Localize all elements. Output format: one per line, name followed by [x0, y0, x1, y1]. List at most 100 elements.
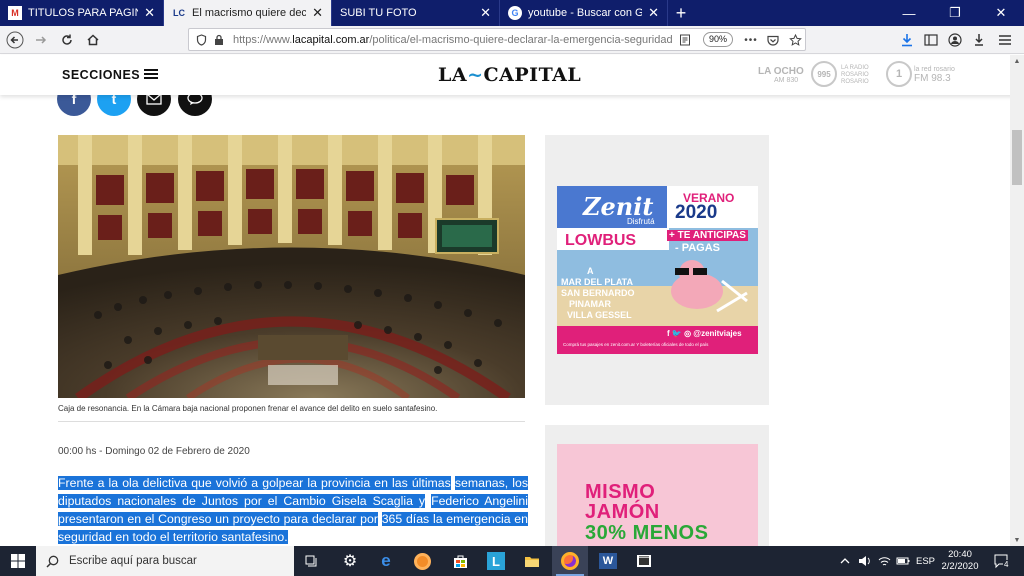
- radio-995-text[interactable]: LA RADIO ROSARIO ROSARIO: [841, 65, 869, 86]
- folder-icon: [525, 556, 539, 567]
- zenit-lowbus: LOWBUS: [565, 232, 637, 249]
- reload-button[interactable]: [54, 27, 80, 53]
- tab-lacapital[interactable]: LC El macrismo quiere declarar la em ✕: [164, 0, 332, 26]
- clock-date: 2/2/2020: [941, 561, 979, 572]
- tab-subi-tu-foto[interactable]: SUBI TU FOTO ✕: [332, 0, 500, 26]
- ad-line: JAMÓN: [585, 501, 660, 523]
- hamburger-icon[interactable]: [144, 69, 158, 79]
- media-app-button[interactable]: [626, 546, 662, 576]
- page-scrollbar[interactable]: [1010, 55, 1024, 546]
- new-tab-button[interactable]: +: [668, 0, 694, 26]
- battery-icon[interactable]: [896, 546, 910, 576]
- language-indicator[interactable]: ESP: [916, 546, 935, 576]
- zenit-ad[interactable]: Zenit Disfrutá VERANO 2020 LOWBUS + TE A…: [557, 186, 758, 354]
- close-tab-icon[interactable]: ✕: [312, 5, 323, 21]
- zenit-promo-1: + TE ANTICIPAS: [667, 230, 748, 241]
- tab-titulos[interactable]: M TITULOS PARA PAGINA - agosto ✕: [0, 0, 164, 26]
- word-icon: W: [599, 553, 617, 569]
- zenit-brand-sub: Disfrutá: [627, 217, 655, 226]
- tray-show-hidden-icon[interactable]: [840, 546, 850, 576]
- forward-arrow-icon: [36, 35, 47, 44]
- ad-line: 30% MENOS: [585, 522, 709, 544]
- windows-taskbar: Escribe aquí para buscar ⚙ e L W ESP 20:…: [0, 546, 1024, 576]
- radio-la-ocho-link[interactable]: LA OCHO AM 830: [758, 67, 804, 85]
- search-icon: [46, 555, 59, 568]
- url-text[interactable]: https://www.lacapital.com.ar/politica/el…: [233, 34, 673, 46]
- word-app-button[interactable]: W: [590, 546, 626, 576]
- restore-button[interactable]: ❐: [932, 0, 978, 26]
- notification-center-button[interactable]: 4: [994, 546, 1010, 576]
- zenit-dest-2: SAN BERNARDO: [561, 288, 635, 298]
- tab-youtube-google[interactable]: G youtube - Buscar con Google ✕: [500, 0, 668, 26]
- firefox-icon: [561, 552, 579, 570]
- scrollbar-thumb[interactable]: [1012, 130, 1022, 185]
- url-path: /politica/el-macrismo-quiere-declarar-la…: [369, 33, 673, 46]
- edge-app-button[interactable]: e: [368, 546, 404, 576]
- menu-icon[interactable]: [996, 31, 1014, 49]
- back-arrow-icon: [6, 31, 24, 48]
- reader-view-icon[interactable]: [677, 32, 693, 48]
- lock-icon[interactable]: [211, 32, 227, 48]
- radio-995-logo[interactable]: 995: [811, 61, 837, 87]
- lacapital-icon: LC: [173, 8, 185, 18]
- close-tab-icon[interactable]: ✕: [144, 5, 155, 21]
- account-icon[interactable]: [946, 31, 964, 49]
- home-icon: [87, 33, 99, 45]
- pocket-icon[interactable]: [765, 32, 781, 48]
- radio-red-logo[interactable]: 1: [886, 61, 912, 87]
- address-bar[interactable]: https://www.lacapital.com.ar/politica/el…: [188, 28, 806, 51]
- close-tab-icon[interactable]: ✕: [480, 5, 491, 21]
- page-actions-icon[interactable]: •••: [743, 32, 759, 48]
- lacapital-app-button[interactable]: L: [478, 546, 514, 576]
- zenit-promo-2: - PAGAS: [675, 242, 721, 254]
- radio-line: FM 98.3: [914, 73, 951, 84]
- tab-label: youtube - Buscar con Google: [528, 7, 643, 19]
- photo-caption: Caja de resonancia. En la Cámara baja na…: [58, 404, 438, 413]
- downloads-icon[interactable]: [898, 31, 916, 49]
- volume-icon[interactable]: [858, 546, 872, 576]
- mismo-jamon-ad[interactable]: MISMO JAMÓN 30% MENOS: [557, 444, 758, 546]
- minimize-button[interactable]: —: [886, 0, 932, 26]
- zenit-dest-4: VILLA GESSEL: [567, 310, 632, 320]
- radio-red-text[interactable]: la red rosario FM 98.3: [914, 65, 955, 84]
- zoom-level-badge[interactable]: 90%: [703, 32, 734, 47]
- settings-app-button[interactable]: ⚙: [332, 546, 368, 576]
- lacapital-logo[interactable]: LA~CAPITAL: [438, 64, 581, 86]
- article-dateline: 00:00 hs - Domingo 02 de Febrero de 2020: [58, 446, 250, 457]
- scroll-down-arrow-icon[interactable]: ▼: [1010, 534, 1024, 546]
- tab-label: TITULOS PARA PAGINA - agosto: [28, 7, 138, 19]
- shield-icon[interactable]: [193, 32, 209, 48]
- article-lead-selected[interactable]: Frente a la ola delictiva que volvió a g…: [58, 474, 529, 546]
- bookmark-star-icon[interactable]: [787, 32, 803, 48]
- taskbar-clock[interactable]: 20:40 2/2/2020: [934, 549, 986, 573]
- clock-time: 20:40: [948, 549, 972, 560]
- back-button[interactable]: [2, 27, 28, 53]
- zenit-dest-3: PINAMAR: [569, 299, 611, 309]
- network-icon[interactable]: [878, 546, 891, 576]
- start-button[interactable]: [0, 546, 36, 576]
- firefox-app-button[interactable]: [552, 546, 588, 576]
- file-explorer-button[interactable]: [514, 546, 550, 576]
- windows-logo-icon: [11, 554, 25, 568]
- orange-app-button[interactable]: [404, 546, 440, 576]
- tab-label: SUBI TU FOTO: [340, 7, 417, 19]
- taskbar-search-input[interactable]: Escribe aquí para buscar: [36, 546, 294, 576]
- store-app-button[interactable]: [442, 546, 478, 576]
- library-icon[interactable]: [922, 31, 940, 49]
- task-view-button[interactable]: [294, 546, 330, 576]
- scroll-up-arrow-icon[interactable]: ▲: [1010, 55, 1024, 67]
- secciones-menu-button[interactable]: SECCIONES: [62, 68, 140, 82]
- url-domain: lacapital.com.ar: [292, 33, 370, 46]
- zenit-dest-1: MAR DEL PLATA: [561, 277, 633, 287]
- reload-icon: [62, 34, 72, 45]
- close-window-button[interactable]: ✕: [978, 0, 1024, 26]
- caption-divider: [58, 421, 525, 422]
- home-button[interactable]: [80, 27, 106, 53]
- radio-line: LA RADIO: [841, 65, 869, 71]
- close-tab-icon[interactable]: ✕: [648, 5, 659, 21]
- store-bag-icon: [453, 555, 467, 568]
- forward-button[interactable]: [28, 27, 54, 53]
- extension-download-icon[interactable]: [970, 31, 988, 49]
- search-placeholder: Escribe aquí para buscar: [69, 555, 197, 567]
- radio-line: ROSARIO: [841, 72, 869, 78]
